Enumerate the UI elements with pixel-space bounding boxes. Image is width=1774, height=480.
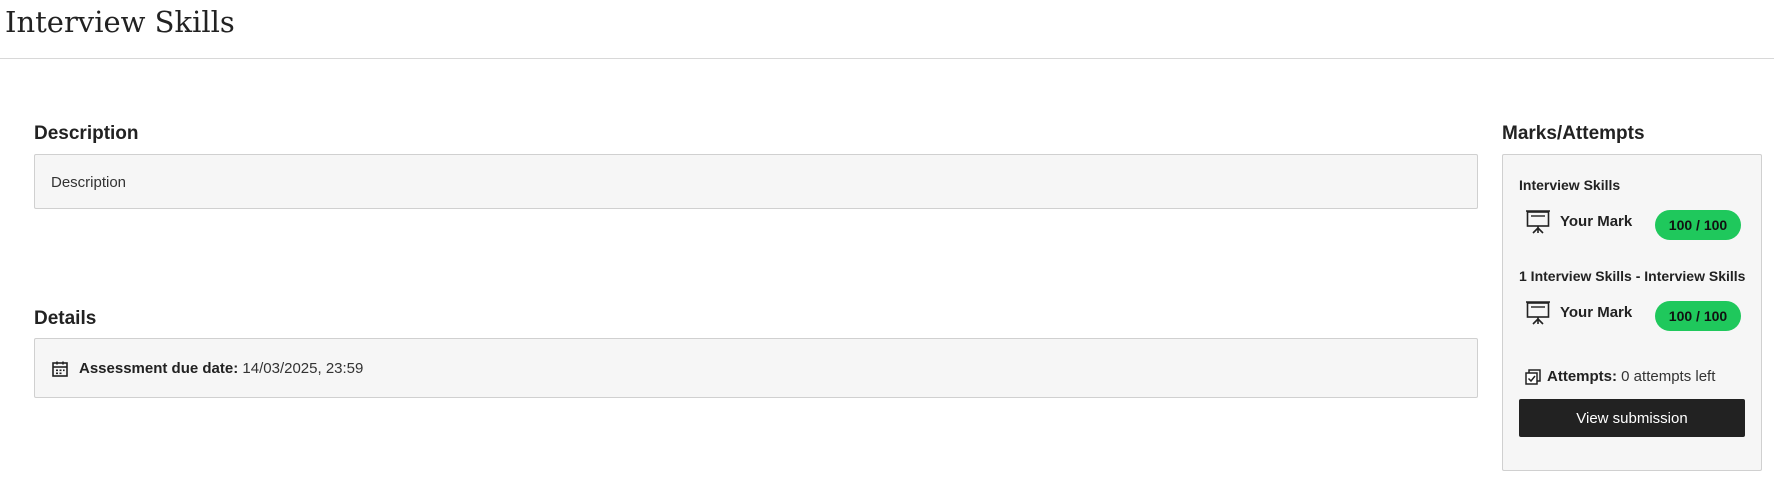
mark-item-title: 1 Interview Skills - Interview Skills	[1519, 268, 1746, 284]
due-date-row: Assessment due date: 14/03/2025, 23:59	[79, 360, 363, 377]
calendar-icon	[52, 361, 68, 377]
attempts-label: Attempts:	[1547, 368, 1617, 385]
due-date-value: 14/03/2025, 23:59	[242, 360, 364, 377]
details-panel: Assessment due date: 14/03/2025, 23:59	[34, 338, 1478, 398]
presentation-board-icon	[1526, 210, 1550, 234]
mark-row: Your Mark 100 / 100	[1525, 298, 1745, 331]
description-text: Description	[51, 174, 127, 191]
marks-attempts-heading: Marks/Attempts	[1502, 123, 1645, 144]
marks-attempts-panel: Interview Skills Your Mark 100 / 100 1 I…	[1502, 154, 1762, 471]
presentation-board-icon	[1526, 301, 1550, 325]
description-heading: Description	[34, 123, 139, 144]
mark-item-title: Interview Skills	[1519, 177, 1621, 193]
due-date-label: Assessment due date:	[79, 360, 239, 377]
mark-badge: 100 / 100	[1655, 301, 1741, 331]
mark-badge: 100 / 100	[1655, 210, 1741, 240]
details-heading: Details	[34, 308, 97, 329]
attempts-icon	[1525, 369, 1541, 385]
view-submission-button[interactable]: View submission	[1519, 399, 1745, 437]
page-title: Interview Skills	[5, 5, 235, 39]
mark-row: Your Mark 100 / 100	[1525, 207, 1745, 240]
description-panel: Description	[34, 154, 1478, 209]
attempts-value: 0 attempts left	[1621, 368, 1716, 385]
your-mark-label: Your Mark	[1560, 304, 1633, 321]
attempts-row: Attempts: 0 attempts left	[1525, 368, 1715, 385]
your-mark-label: Your Mark	[1560, 213, 1633, 230]
page-header: Interview Skills	[0, 0, 1774, 59]
